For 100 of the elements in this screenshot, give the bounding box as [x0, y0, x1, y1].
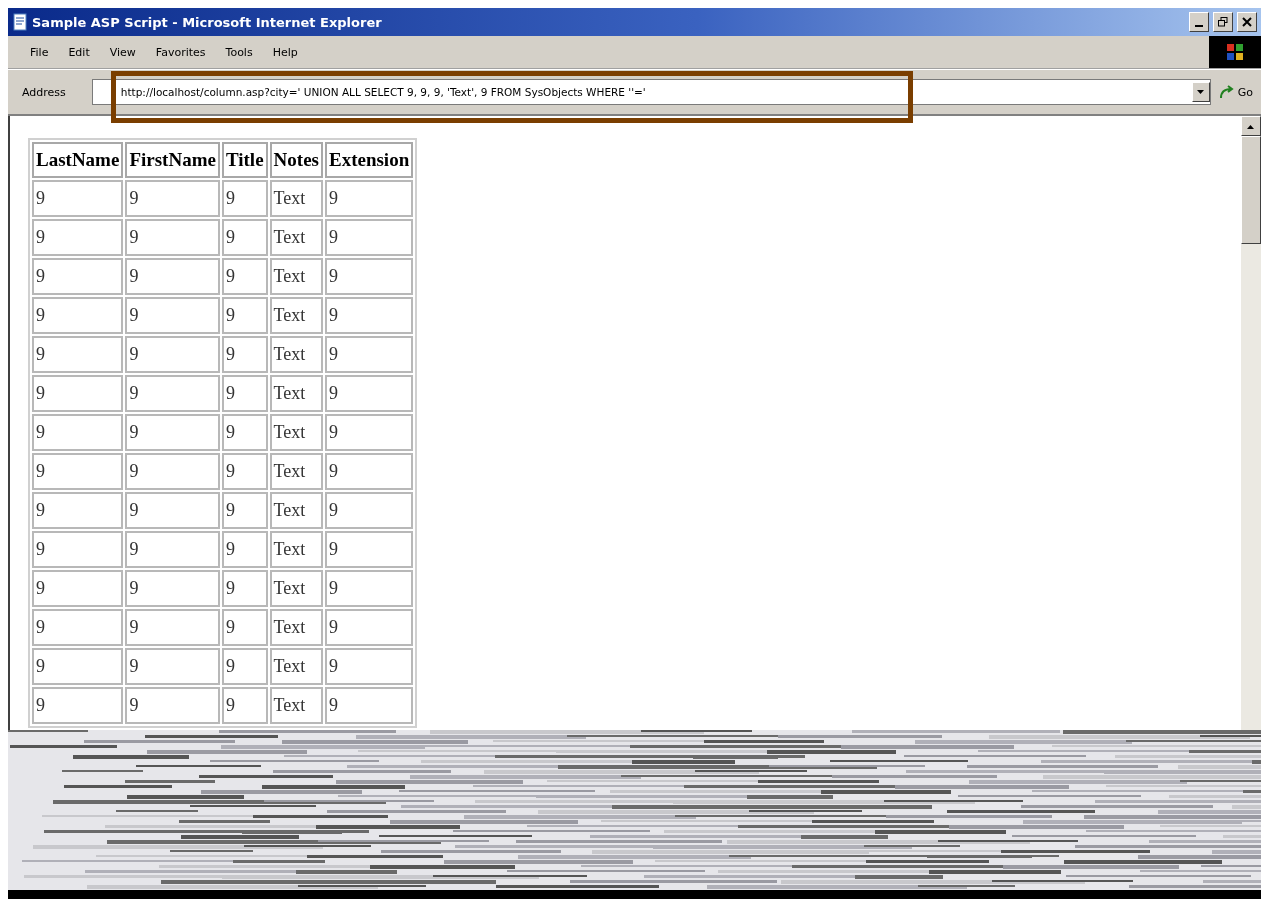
table-cell: 9: [221, 570, 268, 607]
url-text: http://localhost/column.asp?city=' UNION ALL SELECT 9, 9, 9, 'Text', 9 FROM SysObjects WHERE ''=': [120, 86, 646, 98]
table-cell: 9: [125, 219, 220, 256]
table-cell: 9: [125, 297, 220, 334]
table-cell: 9: [32, 687, 124, 724]
restore-button[interactable]: [1213, 12, 1233, 32]
table-cell: 9: [221, 297, 268, 334]
table-cell: 9: [32, 453, 124, 490]
close-icon: [1242, 17, 1252, 27]
column-header: Title: [221, 142, 268, 178]
table-cell: 9: [32, 609, 124, 646]
menu-item[interactable]: File: [22, 43, 57, 61]
table-cell: 9: [221, 687, 268, 724]
table-cell: 9: [125, 453, 220, 490]
table-cell: 9: [125, 375, 220, 412]
table-cell: 9: [324, 609, 414, 646]
window-title: Sample ASP Script - Microsoft Internet Explorer: [32, 14, 383, 30]
table-cell: 9: [221, 492, 268, 529]
table-cell: 9: [324, 531, 414, 568]
table-cell: Text: [269, 570, 323, 607]
table-cell: 9: [32, 531, 124, 568]
table-cell: 9: [32, 492, 124, 529]
table-cell: Text: [269, 687, 323, 724]
table-cell: 9: [32, 648, 124, 685]
minimize-button[interactable]: [1189, 12, 1209, 32]
menu-item[interactable]: View: [101, 43, 144, 61]
restore-icon: [1218, 17, 1228, 27]
table-cell: Text: [269, 219, 323, 256]
table-cell: Text: [269, 180, 323, 217]
caret-icon: [1196, 89, 1205, 95]
table-cell: 9: [125, 258, 220, 295]
table-cell: 9: [125, 609, 220, 646]
minimize-icon: [1195, 25, 1203, 27]
table-cell: 9: [125, 687, 220, 724]
table-cell: 9: [32, 336, 124, 373]
table-cell: 9: [221, 414, 268, 451]
column-header: FirstName: [125, 142, 220, 178]
table-cell: 9: [32, 375, 124, 412]
table-cell: 9: [221, 258, 268, 295]
windows-flag-icon: [1209, 36, 1261, 68]
table-cell: Text: [269, 492, 323, 529]
arrow-icon: [1218, 84, 1235, 100]
scrollbar[interactable]: [1241, 116, 1261, 730]
column-header: LastName: [32, 142, 124, 178]
table-cell: 9: [125, 648, 220, 685]
table-cell: 9: [125, 492, 220, 529]
table-cell: Text: [269, 609, 323, 646]
table-cell: Text: [269, 375, 323, 412]
caret-up-icon: [1247, 123, 1255, 129]
menu-item[interactable]: Favorites: [147, 43, 214, 61]
table-cell: 9: [221, 453, 268, 490]
table-cell: 9: [324, 297, 414, 334]
column-header: Extension: [324, 142, 414, 178]
scroll-up-button[interactable]: [1241, 116, 1261, 136]
address-field[interactable]: http://localhost/column.asp?city=' UNION ALL SELECT 9, 9, 9, 'Text', 9 FROM SysObjects WHERE ''=': [91, 79, 1211, 105]
table-cell: 9: [125, 180, 220, 217]
close-button[interactable]: [1237, 12, 1257, 32]
table-cell: 9: [221, 531, 268, 568]
table-cell: 9: [221, 336, 268, 373]
table-cell: 9: [324, 687, 414, 724]
table-cell: 9: [125, 336, 220, 373]
table-cell: 9: [324, 180, 414, 217]
table-cell: 9: [324, 570, 414, 607]
go-button[interactable]: Go: [1216, 84, 1255, 100]
table-cell: 9: [221, 648, 268, 685]
table-cell: 9: [324, 258, 414, 295]
address-label: Address: [22, 85, 66, 99]
table-cell: 9: [324, 336, 414, 373]
table-cell: Text: [269, 297, 323, 334]
table-cell: Text: [269, 258, 323, 295]
menu-item[interactable]: Edit: [60, 43, 98, 61]
table-cell: 9: [32, 414, 124, 451]
scroll-thumb[interactable]: [1241, 136, 1261, 244]
table-cell: 9: [32, 219, 124, 256]
table-cell: 9: [221, 219, 268, 256]
table-cell: 9: [32, 180, 124, 217]
table-cell: 9: [32, 297, 124, 334]
table-cell: 9: [221, 375, 268, 412]
table-cell: Text: [269, 531, 323, 568]
table-cell: Text: [269, 336, 323, 373]
table-cell: 9: [324, 375, 414, 412]
table-cell: 9: [32, 258, 124, 295]
table-cell: 9: [221, 180, 268, 217]
menu-item[interactable]: Help: [264, 43, 306, 61]
dropdown-button[interactable]: [1191, 82, 1210, 102]
table-cell: 9: [324, 492, 414, 529]
table-cell: 9: [324, 414, 414, 451]
table-cell: 9: [125, 531, 220, 568]
table-cell: Text: [269, 453, 323, 490]
column-header: Notes: [269, 142, 323, 178]
table-cell: 9: [221, 609, 268, 646]
browser-page-icon: [12, 13, 28, 31]
table-cell: 9: [125, 414, 220, 451]
menu-item[interactable]: Tools: [217, 43, 261, 61]
table-cell: 9: [125, 570, 220, 607]
table-cell: 9: [32, 570, 124, 607]
table-cell: 9: [324, 453, 414, 490]
table-cell: Text: [269, 414, 323, 451]
table-cell: Text: [269, 648, 323, 685]
table-cell: 9: [324, 219, 414, 256]
